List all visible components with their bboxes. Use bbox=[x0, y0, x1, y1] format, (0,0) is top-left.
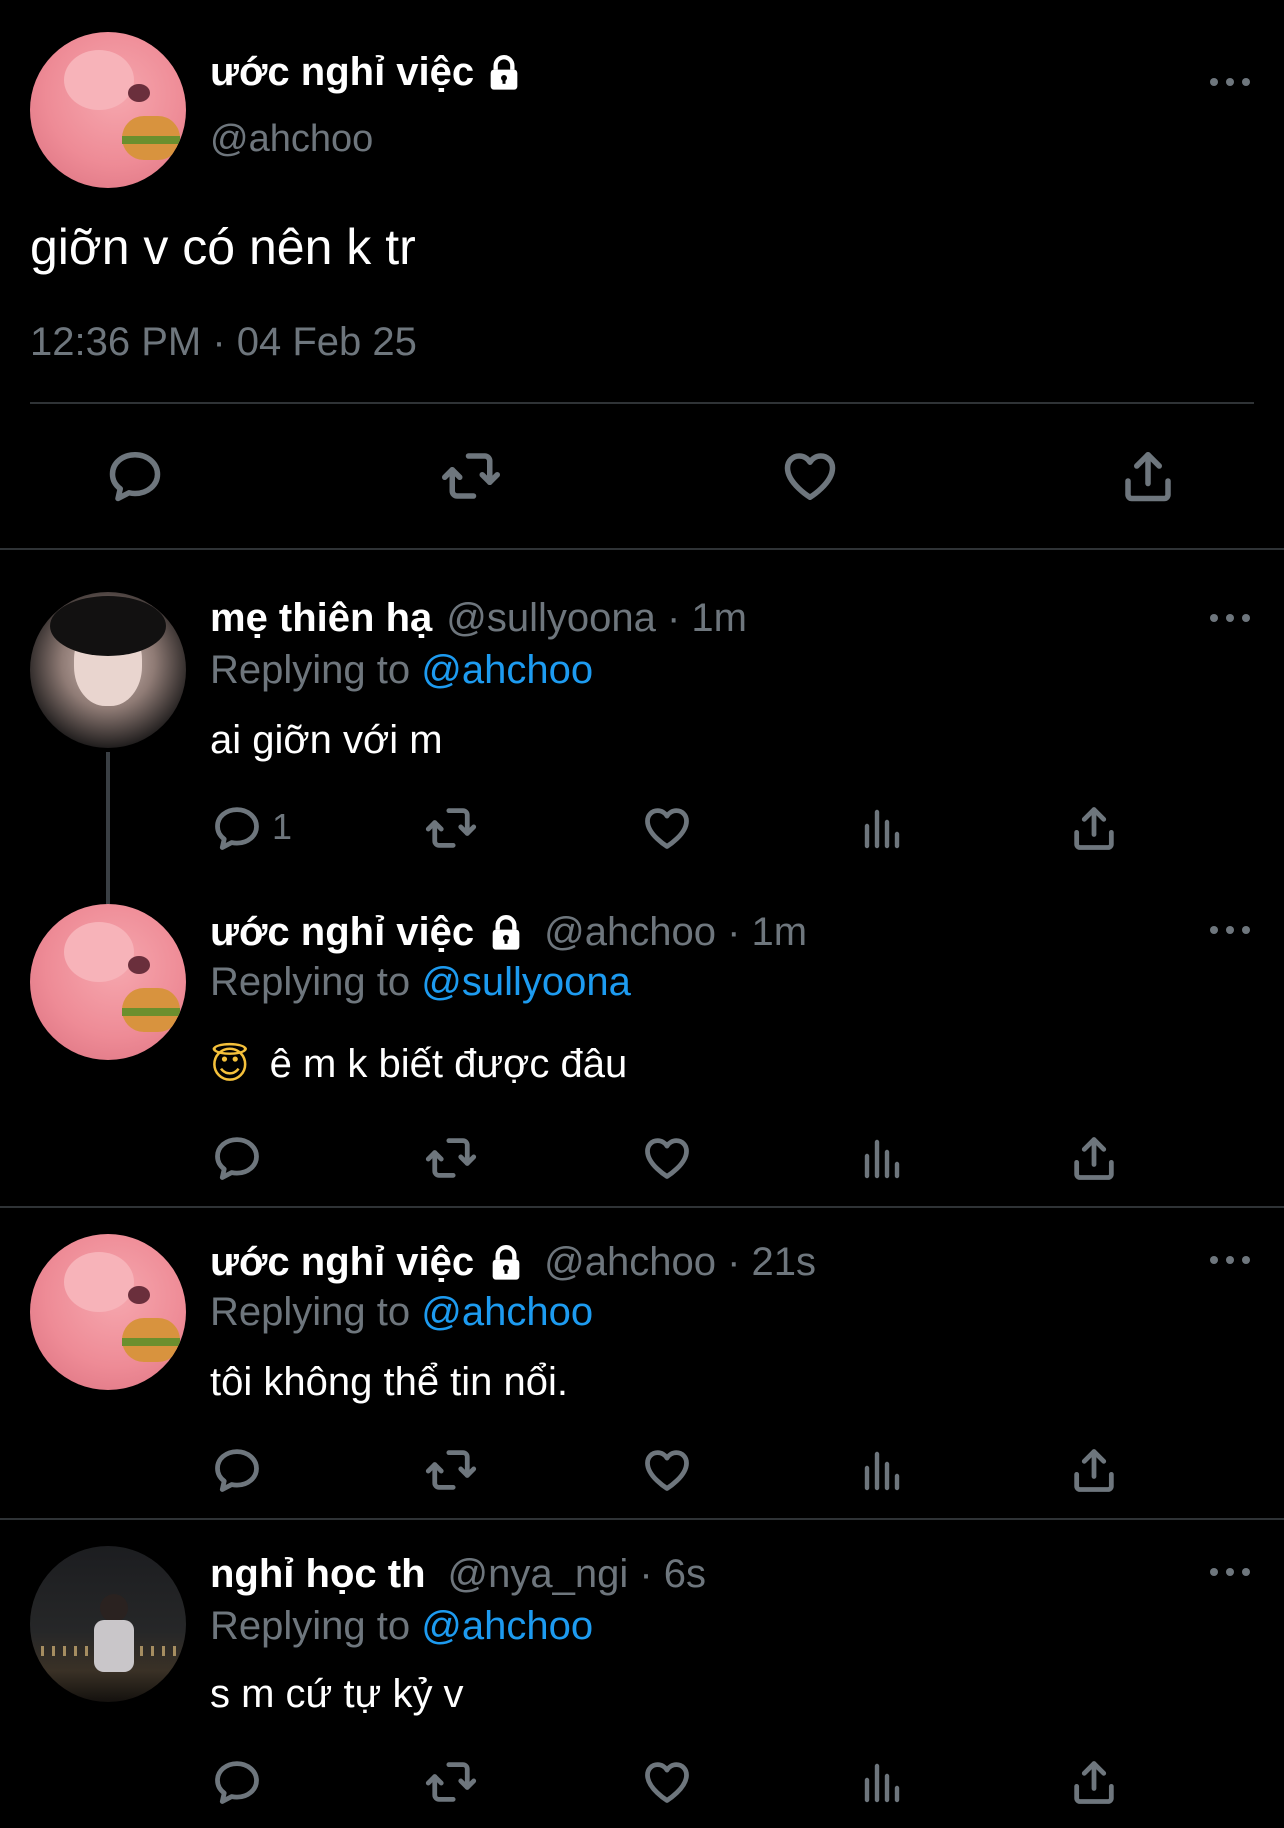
more-icon[interactable] bbox=[1210, 608, 1250, 628]
lock-icon bbox=[486, 913, 526, 953]
retweet-icon[interactable] bbox=[437, 446, 505, 506]
avatar[interactable] bbox=[30, 904, 186, 1060]
more-icon[interactable] bbox=[1210, 920, 1250, 940]
share-icon[interactable] bbox=[1118, 446, 1178, 506]
author-handle-time[interactable]: @sullyoona · 1m bbox=[446, 596, 747, 641]
author-name[interactable]: mẹ thiên hạ bbox=[210, 596, 432, 641]
author-name[interactable]: ước nghỉ việc bbox=[210, 910, 474, 955]
more-icon[interactable] bbox=[1210, 72, 1250, 92]
tweet-timestamp: 12:36 PM · 04 Feb 25 bbox=[30, 320, 417, 364]
avatar[interactable] bbox=[30, 32, 186, 188]
avatar[interactable] bbox=[30, 592, 186, 748]
reply-text: ê m k biết được đâu bbox=[269, 1042, 628, 1086]
retweet-icon[interactable] bbox=[422, 1132, 480, 1184]
section-divider bbox=[0, 1518, 1284, 1520]
more-icon[interactable] bbox=[1210, 1562, 1250, 1582]
reply-icon[interactable] bbox=[211, 1756, 263, 1808]
views-icon[interactable] bbox=[857, 1444, 905, 1496]
more-icon[interactable] bbox=[1210, 1250, 1250, 1270]
author-handle[interactable]: @ahchoo bbox=[210, 118, 373, 161]
heart-icon[interactable] bbox=[641, 1132, 693, 1184]
replying-to-label: Replying to bbox=[210, 1290, 411, 1334]
author-name[interactable]: ước nghỉ việc bbox=[210, 50, 474, 95]
retweet-icon[interactable] bbox=[422, 1756, 480, 1808]
reply-icon[interactable] bbox=[211, 802, 263, 854]
avatar[interactable] bbox=[30, 1234, 186, 1390]
views-icon[interactable] bbox=[857, 802, 905, 854]
author-handle-time[interactable]: @ahchoo · 1m bbox=[544, 910, 807, 955]
reply-icon[interactable] bbox=[105, 446, 165, 506]
heart-icon[interactable] bbox=[641, 1756, 693, 1808]
author-name[interactable]: nghỉ học th bbox=[210, 1552, 426, 1597]
lock-icon bbox=[484, 53, 524, 93]
lock-icon bbox=[486, 1243, 526, 1283]
reply-text: s m cứ tự kỷ v bbox=[210, 1672, 464, 1716]
reply-text: ai giỡn với m bbox=[210, 718, 443, 762]
replying-to-label: Replying to bbox=[210, 648, 411, 692]
views-icon[interactable] bbox=[857, 1132, 905, 1184]
share-icon[interactable] bbox=[1068, 1444, 1120, 1496]
replying-to-link[interactable]: @ahchoo bbox=[421, 648, 593, 692]
replying-to-link[interactable]: @ahchoo bbox=[421, 1604, 593, 1648]
share-icon[interactable] bbox=[1068, 802, 1120, 854]
share-icon[interactable] bbox=[1068, 1132, 1120, 1184]
replying-to-label: Replying to bbox=[210, 1604, 411, 1648]
share-icon[interactable] bbox=[1068, 1756, 1120, 1808]
reply-icon[interactable] bbox=[211, 1444, 263, 1496]
reply-text: tôi không thể tin nổi. bbox=[210, 1360, 569, 1404]
heart-icon[interactable] bbox=[641, 802, 693, 854]
main-divider bbox=[30, 402, 1254, 404]
replying-to-link[interactable]: @ahchoo bbox=[421, 1290, 593, 1334]
reply-icon[interactable] bbox=[211, 1132, 263, 1184]
heart-icon[interactable] bbox=[780, 446, 840, 506]
section-divider bbox=[0, 1206, 1284, 1208]
retweet-icon[interactable] bbox=[422, 802, 480, 854]
replying-to-link[interactable]: @sullyoona bbox=[421, 960, 631, 1004]
reply-count: 1 bbox=[272, 806, 293, 847]
halo-emoji: 😇 bbox=[210, 1042, 250, 1087]
heart-icon[interactable] bbox=[641, 1444, 693, 1496]
retweet-icon[interactable] bbox=[422, 1444, 480, 1496]
author-handle-time[interactable]: @ahchoo · 21s bbox=[544, 1240, 816, 1285]
avatar[interactable] bbox=[30, 1546, 186, 1702]
views-icon[interactable] bbox=[857, 1756, 905, 1808]
replying-to-label: Replying to bbox=[210, 960, 411, 1004]
tweet-text: giỡn v có nên k tr bbox=[30, 219, 416, 275]
author-handle-time[interactable]: @nya_ngi · 6s bbox=[448, 1552, 707, 1597]
author-name[interactable]: ước nghỉ việc bbox=[210, 1240, 474, 1285]
thread-line bbox=[106, 752, 110, 904]
section-divider bbox=[0, 548, 1284, 550]
